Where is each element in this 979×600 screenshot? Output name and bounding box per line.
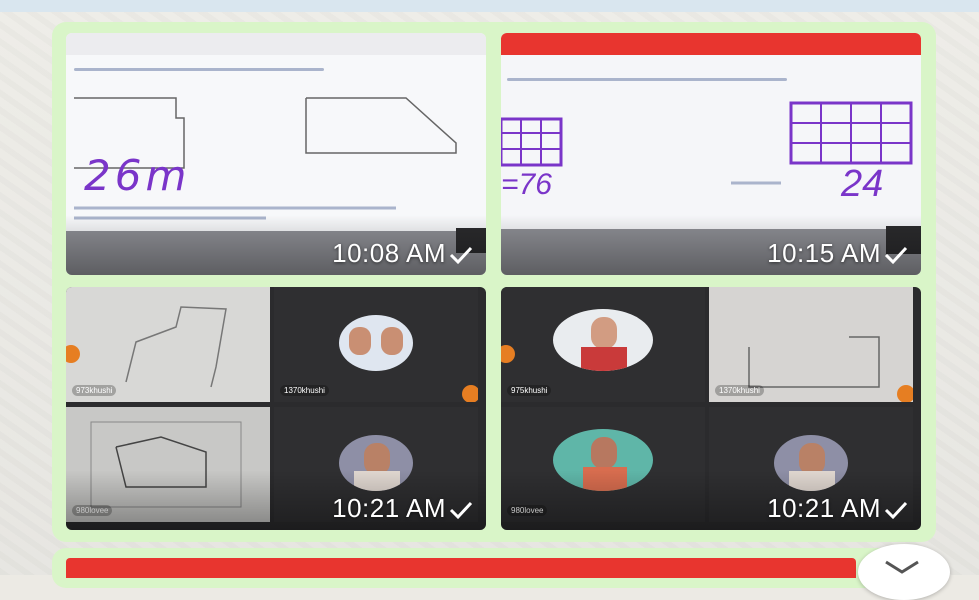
video-cell-drawing: 1370khushi xyxy=(709,287,913,402)
check-icon xyxy=(449,246,473,265)
participant-name: 975khushi xyxy=(507,385,552,396)
message-time: 10:15 AM xyxy=(767,238,881,268)
participant-avatar xyxy=(339,315,413,371)
message-time: 10:21 AM xyxy=(332,493,446,523)
top-bar xyxy=(0,0,979,12)
scroll-down-button[interactable] xyxy=(858,544,950,600)
image-message-2[interactable]: =76 24 10:15 AM xyxy=(501,33,921,275)
pen-icon xyxy=(897,385,913,402)
next-image-header xyxy=(66,558,856,578)
participant-name: 1370khushi xyxy=(715,385,764,396)
image-message-3[interactable]: 973khushi 1370khushi 980lovee 10:21 AM xyxy=(66,287,486,530)
handwritten-answer-right: 24 xyxy=(841,163,884,205)
handwritten-answer: 26m xyxy=(84,151,191,200)
participant-avatar xyxy=(553,309,653,371)
video-cell-drawing: 973khushi xyxy=(66,287,270,402)
chevron-down-icon xyxy=(885,560,919,574)
image-message-4[interactable]: 975khushi 1370khushi 980lovee 10:21 AM xyxy=(501,287,921,530)
video-cell-participant: 1370khushi xyxy=(274,287,478,402)
handwritten-answer-left: =76 xyxy=(501,168,552,201)
video-cell-participant: 975khushi xyxy=(501,287,705,402)
image-message-1[interactable]: 26m 10:08 AM xyxy=(66,33,486,275)
check-icon xyxy=(449,501,473,520)
message-time: 10:08 AM xyxy=(332,238,446,268)
pen-icon xyxy=(462,385,478,402)
participant-name: 1370khushi xyxy=(280,385,329,396)
record-icon xyxy=(501,345,515,363)
check-icon xyxy=(884,246,908,265)
participant-name: 973khushi xyxy=(72,385,117,396)
check-icon xyxy=(884,501,908,520)
message-time: 10:21 AM xyxy=(767,493,881,523)
